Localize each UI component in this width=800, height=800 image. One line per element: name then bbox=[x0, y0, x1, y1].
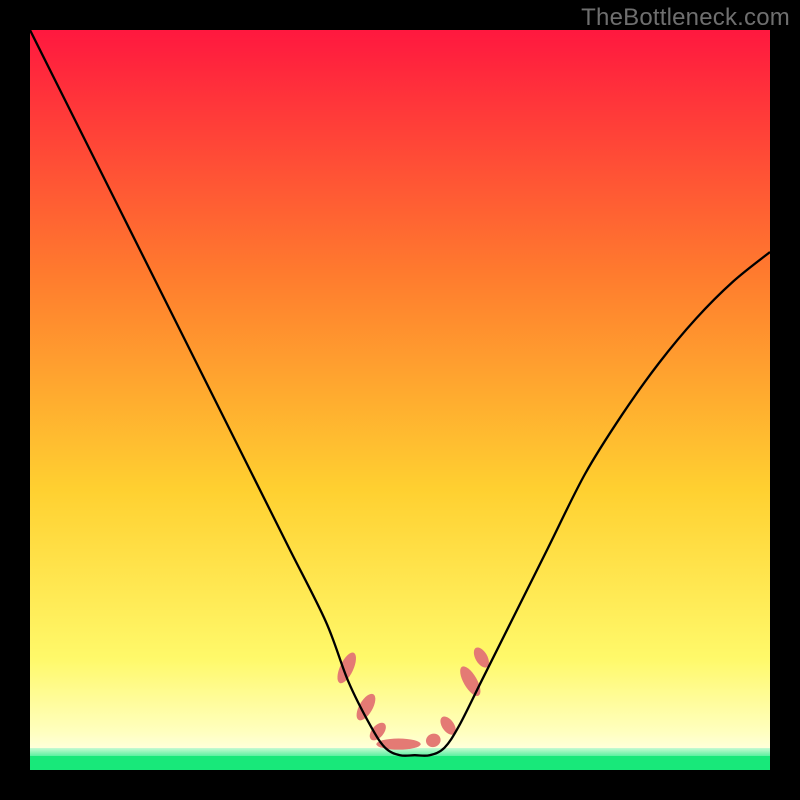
valley-marker bbox=[424, 732, 442, 750]
plot-area bbox=[30, 30, 770, 770]
valley-markers bbox=[334, 645, 492, 750]
chart-svg bbox=[30, 30, 770, 770]
outer-frame: TheBottleneck.com bbox=[0, 0, 800, 800]
watermark-text: TheBottleneck.com bbox=[581, 4, 790, 32]
bottleneck-curve bbox=[30, 30, 770, 756]
